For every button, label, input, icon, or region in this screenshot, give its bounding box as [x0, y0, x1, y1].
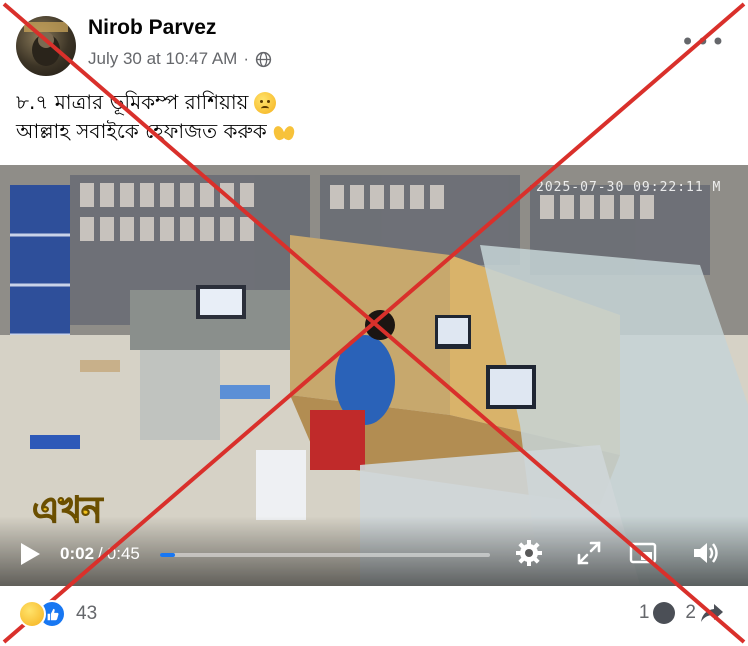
facebook-post: Nirob Parvez July 30 at 10:47 AM · ••• ৮…: [0, 0, 748, 646]
crying-face-emoji-icon: [254, 91, 277, 114]
more-options-icon[interactable]: •••: [681, 30, 726, 54]
volume-icon[interactable]: [690, 538, 720, 568]
meta-separator: ·: [243, 49, 249, 68]
video-overlay-timestamp: 2025-07-30 09:22:11 M: [536, 180, 722, 195]
caption-line-2: আল্লাহ সবাইকে হেফাজত করুক: [16, 119, 267, 143]
progress-bar[interactable]: [160, 553, 490, 557]
current-time: 0:02: [60, 544, 95, 563]
author-name[interactable]: Nirob Parvez: [88, 16, 216, 40]
share-stat[interactable]: 2: [685, 602, 724, 624]
time-separator: /: [98, 544, 103, 563]
caption-line-1: ৮.৭ মাত্রার ভূমিকম্প রাশিয়ায়: [16, 90, 249, 114]
progress-fill: [160, 553, 175, 557]
sad-reaction-icon: [18, 600, 46, 628]
pip-icon[interactable]: [628, 538, 658, 568]
duration: 0:45: [106, 544, 140, 563]
post-meta: July 30 at 10:47 AM ·: [88, 49, 272, 69]
reaction-count: 43: [76, 603, 98, 624]
video-time: 0:02 / 0:45: [60, 544, 140, 564]
play-icon[interactable]: [18, 541, 42, 567]
post-caption: ৮.৭ মাত্রার ভূমিকম্প রাশিয়ায় আল্লাহ সব…: [16, 88, 295, 146]
comment-stat[interactable]: 1: [639, 602, 676, 624]
share-icon: [701, 604, 723, 622]
comment-count: 1: [638, 602, 650, 623]
engagement-stats: 1 2: [639, 602, 724, 624]
settings-icon[interactable]: [514, 538, 544, 568]
fullscreen-icon[interactable]: [574, 538, 604, 568]
comment-icon: [653, 602, 676, 624]
post-timestamp[interactable]: July 30 at 10:47 AM: [88, 49, 237, 69]
share-count: 2: [685, 602, 696, 623]
globe-icon[interactable]: [255, 51, 272, 68]
palms-up-emoji-icon: [273, 122, 295, 142]
video-controls: 0:02 / 0:45: [0, 516, 748, 586]
author-avatar[interactable]: [16, 16, 76, 76]
video-player[interactable]: 2025-07-30 09:22:11 M এখন 0:02 / 0:45: [0, 165, 748, 586]
reactions-summary[interactable]: 43: [18, 600, 97, 628]
